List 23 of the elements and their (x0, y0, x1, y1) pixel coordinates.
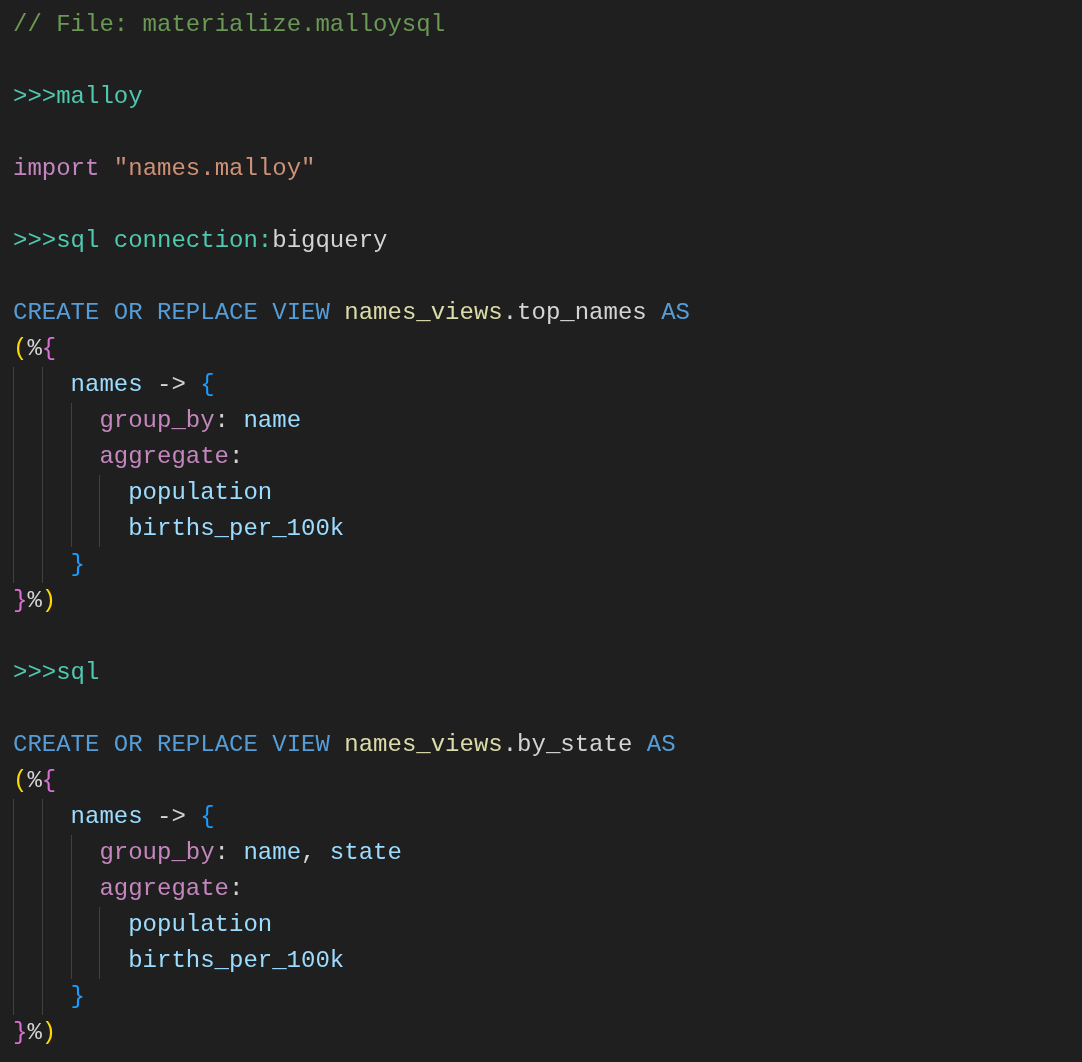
code-line: names -> { (70, 802, 215, 832)
code-line: group_by: name (99, 406, 302, 436)
code-line: // File: materialize.malloysql (13, 10, 446, 40)
code-line: population (128, 478, 273, 508)
code-line: >>>malloy (13, 82, 143, 112)
code-line: CREATE OR REPLACE VIEW names_views.top_names AS (13, 298, 690, 328)
code-line: births_per_100k (128, 946, 345, 976)
code-line: names -> { (70, 370, 215, 400)
code-line: CREATE OR REPLACE VIEW names_views.by_state AS (13, 730, 676, 760)
code-line: import "names.malloy" (13, 154, 316, 184)
code-line: } (70, 550, 85, 580)
code-line: aggregate: (99, 442, 244, 472)
code-line: aggregate: (99, 874, 244, 904)
code-line: births_per_100k (128, 514, 345, 544)
code-line: } (70, 982, 85, 1012)
code-line: population (128, 910, 273, 940)
code-line: }%) (13, 1018, 57, 1048)
code-line: (%{ (13, 766, 57, 796)
code-line: (%{ (13, 334, 57, 364)
code-line: >>>sql (13, 658, 100, 688)
code-line: group_by: name, state (99, 838, 402, 868)
code-line: >>>sql connection:bigquery (13, 226, 388, 256)
code-line: }%) (13, 586, 57, 616)
